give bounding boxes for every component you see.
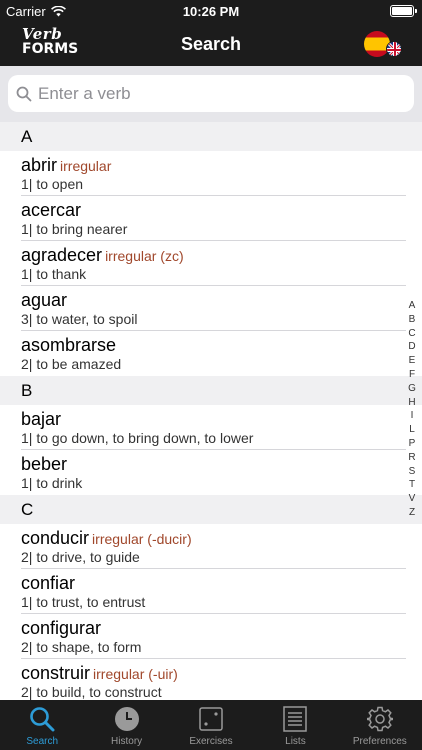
language-switch-button[interactable]: [362, 31, 404, 57]
index-letter[interactable]: L: [405, 423, 419, 437]
search-icon: [16, 86, 32, 101]
index-letter[interactable]: F: [405, 368, 419, 382]
list-item[interactable]: aguar 3| to water, to spoil: [21, 286, 406, 331]
verb-name: configurar: [21, 618, 102, 638]
section-header-c: C: [0, 495, 422, 524]
list-item[interactable]: confiar 1| to trust, to entrust: [21, 569, 406, 614]
tab-label: History: [111, 736, 143, 747]
verb-name: bajar: [21, 409, 62, 429]
list-item[interactable]: abrir irregular 1| to open: [21, 151, 406, 196]
index-letter[interactable]: A: [405, 299, 419, 313]
tab-lists[interactable]: Lists: [253, 700, 337, 750]
verb-meaning: 1| to bring nearer: [21, 221, 128, 237]
verb-list[interactable]: A abrir irregular 1| to open acercar 1| t…: [0, 122, 422, 700]
section-header-b: B: [0, 376, 422, 405]
list-item[interactable]: acercar 1| to bring nearer: [21, 196, 406, 241]
tab-label: Exercises: [189, 736, 233, 747]
index-letter[interactable]: V: [405, 492, 419, 506]
verb-name: confiar: [21, 573, 76, 593]
verb-name: asombrarse: [21, 335, 117, 355]
list-item[interactable]: configurar 2| to shape, to form: [21, 614, 406, 659]
verb-meaning: 1| to drink: [21, 475, 83, 491]
search-box[interactable]: [8, 75, 414, 112]
verb-meaning: 2| to drive, to guide: [21, 549, 140, 565]
section-index[interactable]: A B C D E F G H I L P R S T V Z: [405, 299, 419, 520]
verb-meaning: 2| to build, to construct: [21, 684, 162, 700]
index-letter[interactable]: Z: [405, 506, 419, 520]
list-icon: [281, 705, 309, 733]
uk-flag-icon: [386, 41, 402, 57]
verb-meaning: 1| to go down, to bring down, to lower: [21, 430, 254, 446]
verb-name: abrir: [21, 155, 58, 175]
dice-icon: [197, 705, 225, 733]
index-letter[interactable]: D: [405, 340, 419, 354]
tab-label: Lists: [285, 736, 306, 747]
index-letter[interactable]: H: [405, 396, 419, 410]
status-time: 10:26 PM: [182, 4, 240, 19]
index-letter[interactable]: P: [405, 437, 419, 451]
index-letter[interactable]: S: [405, 465, 419, 479]
status-bar: Carrier 10:26 PM: [0, 0, 422, 22]
verb-meaning: 1| to thank: [21, 266, 87, 282]
irregular-tag: irregular: [60, 158, 112, 174]
index-letter[interactable]: R: [405, 451, 419, 465]
tab-label: Search: [26, 736, 59, 747]
section-header-a: A: [0, 122, 422, 151]
nav-bar: Verb FORMS Search: [0, 22, 422, 66]
index-letter[interactable]: B: [405, 313, 419, 327]
index-letter[interactable]: T: [405, 478, 419, 492]
verb-meaning: 1| to open: [21, 176, 84, 192]
list-item[interactable]: construir irregular (-uir) 2| to build, t…: [21, 659, 406, 700]
verb-meaning: 2| to be amazed: [21, 356, 122, 372]
clock-icon: [113, 705, 141, 733]
search-icon: [28, 705, 56, 733]
list-item[interactable]: agradecer irregular (zc) 1| to thank: [21, 241, 406, 286]
battery-icon: [390, 5, 417, 17]
index-letter[interactable]: I: [405, 409, 419, 423]
page-title: Search: [180, 34, 242, 54]
tab-label: Preferences: [352, 736, 407, 747]
search-bar: [0, 66, 422, 122]
list-item[interactable]: beber 1| to drink: [21, 450, 406, 495]
verb-name: aguar: [21, 290, 68, 310]
verb-meaning: 1| to trust, to entrust: [21, 594, 146, 610]
verb-meaning: 3| to water, to spoil: [21, 311, 138, 327]
list-item[interactable]: bajar 1| to go down, to bring down, to l…: [21, 405, 406, 450]
tab-search[interactable]: Search: [0, 700, 84, 750]
tab-preferences[interactable]: Preferences: [338, 700, 422, 750]
tab-bar: Search History Exercises Lists Preferenc…: [0, 700, 422, 750]
index-letter[interactable]: G: [405, 382, 419, 396]
tab-history[interactable]: History: [84, 700, 168, 750]
verb-name: construir: [21, 663, 91, 683]
irregular-tag: irregular (zc): [105, 248, 184, 264]
index-letter[interactable]: E: [405, 354, 419, 368]
index-letter[interactable]: C: [405, 327, 419, 341]
verb-name: beber: [21, 454, 68, 474]
verb-name: agradecer: [21, 245, 103, 265]
verb-name: conducir: [21, 528, 90, 548]
verb-name: acercar: [21, 200, 82, 220]
search-input[interactable]: [38, 83, 378, 104]
verb-meaning: 2| to shape, to form: [21, 639, 142, 655]
gear-icon: [366, 705, 394, 733]
irregular-tag: irregular (-ducir): [92, 531, 192, 547]
list-item[interactable]: asombrarse 2| to be amazed: [21, 331, 406, 376]
tab-exercises[interactable]: Exercises: [169, 700, 253, 750]
irregular-tag: irregular (-uir): [93, 666, 178, 682]
list-item[interactable]: conducir irregular (-ducir) 2| to drive, …: [21, 524, 406, 569]
